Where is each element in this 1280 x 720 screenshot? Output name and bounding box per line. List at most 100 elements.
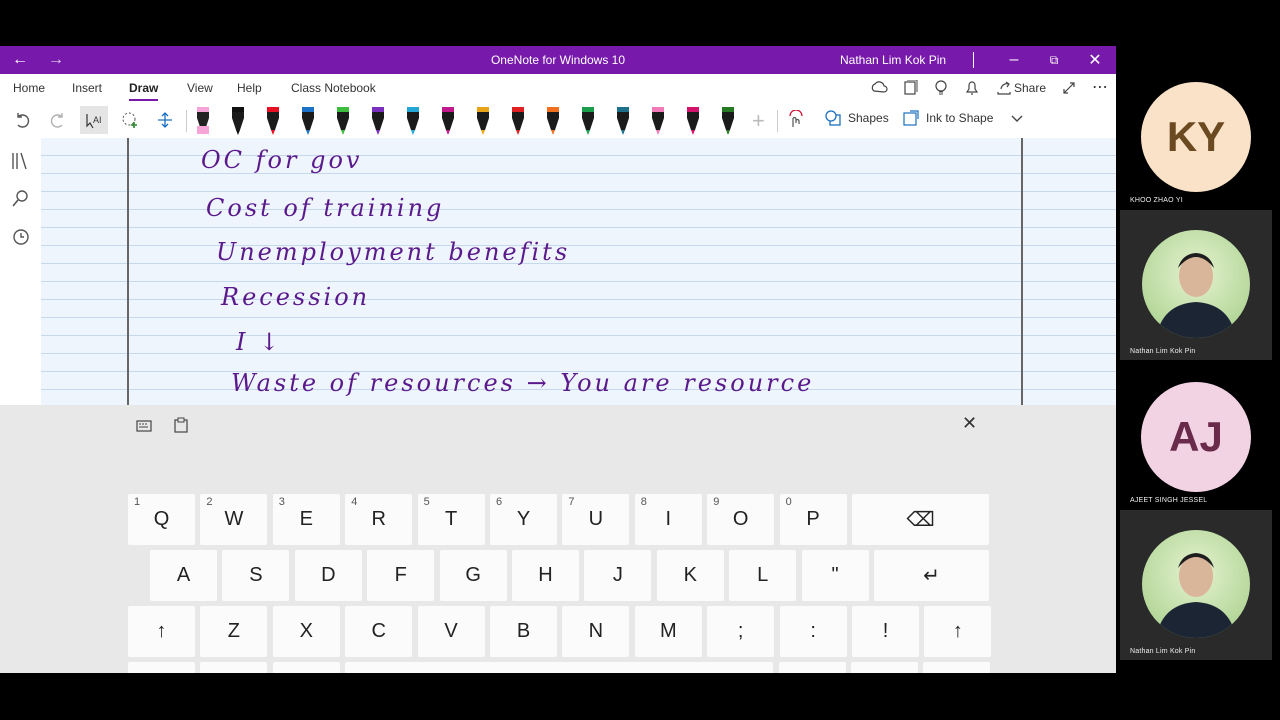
participant-tile[interactable]: Nathan Lim Kok Pin [1120,210,1272,360]
share-icon[interactable] [996,80,1012,96]
pen-icon[interactable] [579,106,597,136]
ink-to-shape-label: Ink to Shape [926,111,994,125]
tab-draw[interactable]: Draw [129,81,159,101]
shift-key[interactable]: ↑ [924,606,992,657]
key-j[interactable]: J [584,550,652,601]
lightbulb-icon[interactable] [933,79,949,97]
more-options-icon[interactable]: ⋯ [1092,77,1108,97]
enter-key[interactable]: ↵ [874,550,989,601]
lasso-select-icon[interactable] [116,106,144,134]
close-icon[interactable]: ✕ [1077,46,1113,74]
restore-icon[interactable]: ⧉ [1036,46,1072,74]
key-"[interactable]: " [801,550,869,601]
key-l[interactable]: L [729,550,797,601]
participant-tile[interactable]: AJ AJEET SINGH JESSEL [1120,360,1272,510]
emoji-key[interactable]: ☺ [272,662,340,673]
key-:[interactable]: : [779,606,847,657]
pen-icon[interactable] [684,106,702,136]
tab-help[interactable]: Help [237,81,262,95]
key-u[interactable]: U7 [562,494,630,545]
left-arrow-key[interactable]: < [778,662,846,673]
bell-icon[interactable] [964,79,980,97]
clipboard-icon[interactable] [173,417,189,433]
key-f[interactable]: F [367,550,435,601]
key-r[interactable]: R4 [345,494,413,545]
key-;[interactable]: ; [707,606,775,657]
right-arrow-key[interactable]: > [851,662,918,673]
undo-icon[interactable] [8,106,36,134]
key-s[interactable]: S [222,550,290,601]
touch-draw-icon[interactable] [782,106,810,134]
tab-insert[interactable]: Insert [72,81,102,95]
pen-icon[interactable] [509,106,527,136]
symbols-key[interactable]: &123 [128,662,195,673]
share-button[interactable]: Share [1014,81,1046,95]
participant-tile[interactable]: Nathan Lim Kok Pin [1120,510,1272,660]
minimize-icon[interactable]: – [996,46,1032,74]
participant-name: Nathan Lim Kok Pin [1130,648,1196,655]
key-d[interactable]: D [294,550,362,601]
key-g[interactable]: G [439,550,507,601]
type-select-icon[interactable]: AI [80,106,108,134]
key-t[interactable]: T5 [417,494,485,545]
key-label: T [444,508,458,530]
key-y[interactable]: Y6 [490,494,557,545]
add-pen-icon[interactable]: + [752,108,765,134]
signed-in-user[interactable]: Nathan Lim Kok Pin [840,53,946,67]
key-m[interactable]: M [634,606,702,657]
space-key[interactable] [345,662,774,673]
pen-icon[interactable] [264,106,282,136]
key-x[interactable]: X [272,606,340,657]
add-space-icon[interactable] [151,106,179,134]
redo-icon[interactable] [44,106,72,134]
sync-icon[interactable] [870,80,888,96]
key-k[interactable]: K [656,550,724,601]
ink-to-shape-button[interactable]: Ink to Shape [902,109,993,127]
key-c[interactable]: C [345,606,413,657]
pen-icon[interactable] [369,106,387,136]
note-canvas[interactable]: OC for gov Cost of training Unemployment… [41,138,1116,405]
notebooks-icon[interactable] [10,150,32,172]
key-e[interactable]: E3 [272,494,340,545]
shapes-button[interactable]: Shapes [824,109,889,127]
search-icon[interactable] [10,188,32,210]
key-z[interactable]: Z [200,606,268,657]
pen-icon[interactable] [299,106,317,136]
tab-view[interactable]: View [187,81,213,95]
key-i[interactable]: I8 [634,494,702,545]
shift-key[interactable]: ↑ [128,606,195,657]
key-v[interactable]: V [417,606,485,657]
key-o[interactable]: O9 [707,494,775,545]
key-q[interactable]: Q1 [128,494,195,545]
key-n[interactable]: N [562,606,630,657]
pen-icon[interactable] [649,106,667,136]
expand-icon[interactable] [1061,80,1077,96]
pages-icon[interactable] [902,80,918,96]
key-b[interactable]: B [490,606,557,657]
tab-home[interactable]: Home [13,81,45,95]
pen-icon[interactable] [614,106,632,136]
ink-line: Unemployment benefits [216,238,570,266]
participant-tile[interactable]: KY KHOO ZHAO YI [1120,60,1272,210]
recent-icon[interactable] [10,226,32,248]
pen-icon[interactable] [404,106,422,136]
keyboard-close-icon[interactable]: ✕ [962,413,977,434]
ctrl-key[interactable]: Ctrl [200,662,268,673]
pen-icon[interactable] [334,106,352,136]
key-h[interactable]: H [512,550,579,601]
pen-icon[interactable] [439,106,457,136]
key-p[interactable]: P0 [779,494,847,545]
tab-class-notebook[interactable]: Class Notebook [291,81,376,95]
pen-icon[interactable] [544,106,562,136]
pen-icon[interactable] [229,106,247,136]
key-a[interactable]: A [150,550,217,601]
pen-icon[interactable] [719,106,737,136]
backspace-key[interactable]: ⌫ [852,494,989,545]
pen-icon[interactable] [474,106,492,136]
language-key[interactable]: ENG [923,662,991,673]
chevron-down-icon[interactable] [1010,112,1024,130]
key-![interactable]: ! [852,606,919,657]
key-w[interactable]: W2 [200,494,268,545]
keyboard-settings-icon[interactable] [136,419,154,433]
highlighter-pen-icon[interactable] [194,106,212,136]
